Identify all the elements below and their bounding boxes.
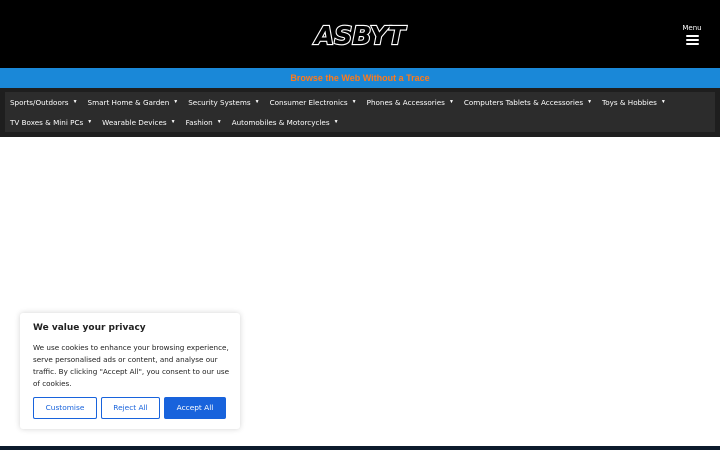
logo-wordmark: ASBYT bbox=[312, 20, 408, 50]
caret-down-icon: ▼ bbox=[72, 99, 78, 105]
nav-item-label: TV Boxes & Mini PCs bbox=[10, 117, 84, 127]
footer-edge bbox=[0, 446, 720, 450]
accept-all-button[interactable]: Accept All bbox=[164, 397, 226, 419]
caret-down-icon: ▼ bbox=[333, 119, 339, 125]
nav-item-toys-hobbies[interactable]: Toys & Hobbies ▼ bbox=[597, 92, 671, 112]
nav-item-phones-accessories[interactable]: Phones & Accessories ▼ bbox=[362, 92, 459, 112]
caret-down-icon: ▼ bbox=[173, 99, 179, 105]
nav-item-label: Sports/Outdoors bbox=[10, 97, 69, 107]
nav-item-automobiles-motorcycles[interactable]: Automobiles & Motorcycles ▼ bbox=[227, 112, 344, 132]
hamburger-icon bbox=[685, 35, 699, 45]
nav-item-label: Fashion bbox=[185, 117, 213, 127]
nav-item-consumer-electronics[interactable]: Consumer Electronics ▼ bbox=[265, 92, 362, 112]
menu-button[interactable]: Menu bbox=[676, 24, 708, 52]
nav-item-label: Automobiles & Motorcycles bbox=[231, 117, 330, 127]
nav-item-smart-home-garden[interactable]: Smart Home & Garden ▼ bbox=[83, 92, 184, 112]
caret-down-icon: ▼ bbox=[87, 119, 93, 125]
caret-down-icon: ▼ bbox=[660, 99, 666, 105]
nav-item-label: Consumer Electronics bbox=[269, 97, 348, 107]
menu-label: Menu bbox=[682, 24, 702, 32]
nav-item-tv-boxes[interactable]: TV Boxes & Mini PCs ▼ bbox=[5, 112, 97, 132]
nav-item-sports-outdoors[interactable]: Sports/Outdoors ▼ bbox=[5, 92, 83, 112]
caret-down-icon: ▼ bbox=[587, 99, 593, 105]
caret-down-icon: ▼ bbox=[170, 119, 176, 125]
cookie-title: We value your privacy bbox=[33, 323, 146, 333]
caret-down-icon: ▼ bbox=[448, 99, 454, 105]
nav-item-label: Smart Home & Garden bbox=[87, 97, 170, 107]
nav-item-label: Phones & Accessories bbox=[366, 97, 445, 107]
nav-item-computers-tablets[interactable]: Computers Tablets & Accessories ▼ bbox=[459, 92, 597, 112]
nav-item-label: Toys & Hobbies bbox=[602, 97, 657, 107]
reject-all-button[interactable]: Reject All bbox=[101, 397, 160, 419]
site-logo[interactable]: ASBYT bbox=[306, 20, 414, 50]
caret-down-icon: ▼ bbox=[216, 119, 222, 125]
nav-item-wearable-devices[interactable]: Wearable Devices ▼ bbox=[97, 112, 180, 132]
cookie-consent-dialog: We value your privacy We use cookies to … bbox=[20, 313, 240, 429]
caret-down-icon: ▼ bbox=[351, 99, 357, 105]
nav-item-label: Computers Tablets & Accessories bbox=[463, 97, 584, 107]
category-navigation: Sports/Outdoors ▼ Smart Home & Garden ▼ Se… bbox=[0, 88, 720, 137]
site-header: ASBYT Menu bbox=[0, 0, 720, 68]
nav-item-label: Wearable Devices bbox=[102, 117, 167, 127]
promo-link[interactable]: Browse the Web Without a Trace bbox=[290, 73, 429, 83]
nav-item-fashion[interactable]: Fashion ▼ bbox=[181, 112, 227, 132]
customise-button[interactable]: Customise bbox=[33, 397, 97, 419]
cookie-description: We use cookies to enhance your browsing … bbox=[33, 343, 230, 388]
nav-row-2: TV Boxes & Mini PCs ▼ Wearable Devices ▼ F… bbox=[5, 112, 344, 132]
promo-banner: Browse the Web Without a Trace bbox=[0, 68, 720, 88]
nav-item-security-systems[interactable]: Security Systems ▼ bbox=[183, 92, 264, 112]
caret-down-icon: ▼ bbox=[254, 99, 260, 105]
nav-item-label: Security Systems bbox=[188, 97, 251, 107]
category-menu: Sports/Outdoors ▼ Smart Home & Garden ▼ Se… bbox=[5, 92, 715, 132]
logo-text: ASBYT bbox=[313, 21, 407, 50]
nav-row-1: Sports/Outdoors ▼ Smart Home & Garden ▼ Se… bbox=[5, 92, 671, 112]
